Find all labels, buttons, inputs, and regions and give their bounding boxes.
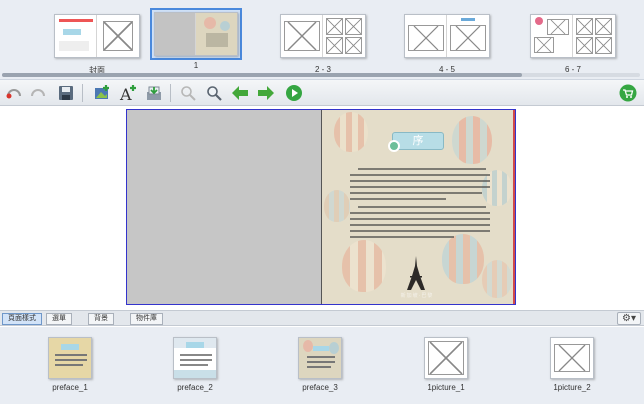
balloon-illustration — [482, 260, 512, 298]
template-1picture-2[interactable]: 1picture_2 — [532, 337, 612, 392]
redo-icon[interactable] — [28, 83, 48, 103]
template-name: preface_2 — [177, 383, 213, 392]
toolbar: A — [0, 80, 644, 106]
tab-page-style[interactable]: 頁面樣式 — [2, 313, 42, 325]
template-preface-1[interactable]: preface_1 — [30, 337, 110, 392]
toolbar-separator — [170, 84, 171, 102]
template-thumbnail — [550, 337, 594, 379]
arrow-right-icon[interactable] — [256, 83, 276, 103]
page-thumb-label: 1 — [193, 61, 199, 70]
balloon-illustration — [324, 190, 350, 222]
flower-icon — [388, 140, 400, 152]
page-thumb-2-3[interactable]: 2 - 3 — [274, 8, 372, 74]
toolbar-separator — [82, 84, 83, 102]
page-thumb-6-7[interactable]: 6 - 7 — [524, 8, 622, 74]
template-thumbnail — [173, 337, 217, 379]
page-strip-scrollbar[interactable] — [2, 73, 640, 77]
import-icon[interactable] — [144, 83, 164, 103]
template-library: preface_1 preface_2 preface_3 1picture_1 — [0, 327, 644, 404]
save-icon[interactable] — [56, 83, 76, 103]
tab-background[interactable]: 背景 — [88, 313, 114, 325]
template-thumbnail — [298, 337, 342, 379]
left-page-blank[interactable] — [127, 110, 321, 304]
editor-workspace: 序 新加坡·巴黎 — [0, 107, 644, 310]
cart-icon[interactable] — [618, 83, 638, 103]
page-strip: 封面 1 2 - 3 4 - 5 6 - 7 — [0, 0, 644, 80]
template-name: preface_3 — [302, 383, 338, 392]
template-thumbnail — [48, 337, 92, 379]
settings-dropdown-button[interactable]: ⚙▾ — [617, 312, 641, 325]
balloon-illustration — [342, 240, 386, 292]
template-name: preface_1 — [52, 383, 88, 392]
tab-menu[interactable]: 選單 — [46, 313, 72, 325]
template-name: 1picture_2 — [553, 383, 591, 392]
scrollbar-thumb[interactable] — [2, 73, 522, 77]
template-preface-3[interactable]: preface_3 — [280, 337, 360, 392]
undo-icon[interactable] — [4, 83, 24, 103]
page-spread[interactable]: 序 新加坡·巴黎 — [126, 109, 516, 305]
page-thumb-cover[interactable]: 封面 — [48, 8, 146, 76]
template-preface-2[interactable]: preface_2 — [155, 337, 235, 392]
template-thumbnail — [424, 337, 468, 379]
panel-tabbar: 頁面樣式 選單 背景 物件庫 ⚙▾ — [0, 310, 644, 326]
add-text-icon[interactable]: A — [118, 83, 138, 103]
template-1picture-1[interactable]: 1picture_1 — [406, 337, 486, 392]
template-name: 1picture_1 — [427, 383, 465, 392]
balloon-illustration — [452, 116, 492, 164]
preface-body-text[interactable] — [350, 168, 490, 242]
page-footer-text: 新加坡·巴黎 — [400, 293, 434, 299]
right-page-preface[interactable]: 序 新加坡·巴黎 — [321, 110, 515, 304]
arrow-left-icon[interactable] — [230, 83, 250, 103]
page-thumb-4-5[interactable]: 4 - 5 — [398, 8, 496, 74]
balloon-illustration — [334, 112, 368, 152]
zoom-out-icon[interactable] — [178, 83, 198, 103]
add-image-icon[interactable] — [92, 83, 112, 103]
zoom-in-icon[interactable] — [204, 83, 224, 103]
page-thumb-1[interactable]: 1 — [150, 8, 242, 70]
play-icon[interactable] — [284, 83, 304, 103]
tab-object-library[interactable]: 物件庫 — [130, 313, 163, 325]
eiffel-tower-icon — [407, 256, 425, 290]
